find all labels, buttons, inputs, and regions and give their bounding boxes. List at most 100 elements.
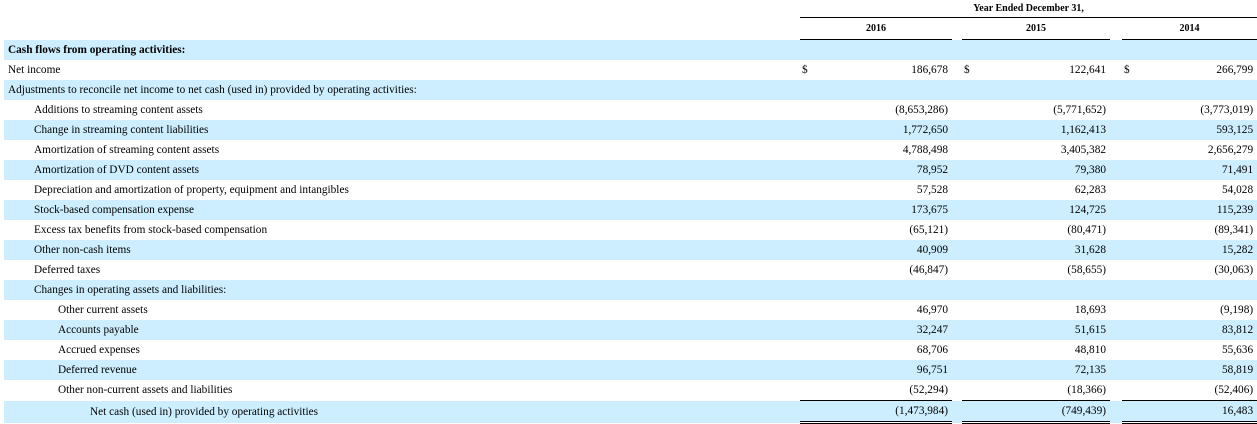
currency-symbol [1122,220,1142,240]
row-value: 48,810 [1074,344,1106,356]
row-label: Net cash (used in) provided by operating… [4,400,800,423]
currency-symbol [962,280,982,300]
row-label: Additions to streaming content assets [34,104,203,116]
row-value [982,280,1110,300]
header-period-row: Year Ended December 31, [4,0,1257,18]
row-value: (89,341) [1214,224,1254,236]
year-header-2014: 2014 [1122,17,1257,40]
row-value: 68,706 [916,344,948,356]
row-label: Changes in operating assets and liabilit… [4,280,800,300]
row-value: 18,693 [1074,304,1106,316]
table-row: Change in streaming content liabilities 1… [4,120,1257,140]
table-row: Deferred taxes (46,847) (58,655) (30,063) [4,260,1257,280]
currency-symbol [800,380,820,401]
table-row: Amortization of streaming content assets… [4,140,1257,160]
row-value: (52,406) [1214,384,1254,396]
row-value: 32,247 [820,320,952,340]
row-value: 1,162,413 [982,120,1110,140]
row-value: (9,198) [1220,304,1254,316]
row-label: Amortization of DVD content assets [4,160,800,180]
table-row: Accrued expenses 68,706 48,810 55,636 [4,340,1257,360]
period-title: Year Ended December 31, [800,0,1257,18]
currency-symbol [1122,200,1142,220]
row-value [1142,280,1257,300]
table-row: Changes in operating assets and liabilit… [4,280,1257,300]
row-value: (52,294) [909,384,948,396]
row-value: 58,819 [1142,360,1257,380]
currency-symbol [962,160,982,180]
row-value: 2,656,279 [1207,144,1254,156]
row-label: Other non-current assets and liabilities [58,384,233,397]
table-row: Adjustments to reconcile net income to n… [4,80,1257,100]
row-value [982,80,1110,100]
row-value: 186,678 [911,64,948,76]
currency-symbol [800,400,820,424]
row-value: 72,135 [982,360,1110,380]
header-year-row: 2016 2015 2014 [4,17,1257,40]
currency-symbol [1122,160,1142,180]
row-label: Accrued expenses [58,344,140,356]
table-row: Additions to streaming content assets (8,… [4,100,1257,120]
row-label: Other non-cash items [4,240,800,260]
currency-symbol [962,360,982,380]
table-row: Other non-cash items 40,909 31,628 15,282 [4,240,1257,260]
currency-symbol [962,320,982,340]
year-header-2016: 2016 [800,17,952,40]
currency-symbol [1122,260,1142,280]
cash-flow-statement: Year Ended December 31, 2016 2015 2014 C… [0,0,1257,424]
row-value: 266,799 [1216,64,1254,76]
row-value: 79,380 [982,160,1110,180]
row-value: (749,439) [982,400,1110,424]
currency-symbol [1122,360,1142,380]
row-label: Other current assets [58,304,148,316]
row-label: Excess tax benefits from stock-based com… [34,224,268,236]
row-label: Amortization of streaming content assets [34,144,220,156]
currency-symbol [1122,140,1142,160]
row-value: 15,282 [1142,240,1257,260]
currency-symbol: $ [964,64,970,76]
row-label: Stock-based compensation expense [4,200,800,220]
row-value: 78,952 [820,160,952,180]
row-value [820,280,952,300]
section-title-row: Cash flows from operating activities: [4,39,1257,60]
table-row: Excess tax benefits from stock-based com… [4,220,1257,240]
row-label: Accounts payable [4,320,800,340]
row-value: 96,751 [820,360,952,380]
currency-symbol [962,180,982,200]
currency-symbol [1122,100,1142,120]
row-value: 4,788,498 [902,144,948,156]
currency-symbol [800,300,820,320]
cash-flow-table: Year Ended December 31, 2016 2015 2014 C… [4,0,1257,424]
currency-symbol [800,120,820,140]
currency-symbol [800,340,820,360]
currency-symbol [800,220,820,240]
row-value: (30,063) [1214,264,1254,276]
table-row: Net cash (used in) provided by operating… [4,400,1257,424]
currency-symbol [800,240,820,260]
row-value [1142,80,1257,100]
row-value: 1,772,650 [820,120,952,140]
currency-symbol [800,160,820,180]
row-value: 62,283 [1074,184,1106,196]
table-row: Accounts payable 32,247 51,615 83,812 [4,320,1257,340]
row-value: (80,471) [1067,224,1106,236]
row-value: 124,725 [982,200,1110,220]
currency-symbol [1122,180,1142,200]
currency-symbol [1122,320,1142,340]
currency-symbol: $ [1124,64,1130,76]
row-value: (46,847) [909,264,948,276]
row-value: (8,653,286) [895,104,948,116]
currency-symbol: $ [802,64,808,76]
row-label: Adjustments to reconcile net income to n… [4,80,800,100]
row-value: 115,239 [1142,200,1257,220]
row-value [820,80,952,100]
currency-symbol [962,300,982,320]
currency-symbol [962,100,982,120]
table-row: Other non-current assets and liabilities… [4,380,1257,401]
currency-symbol [1122,300,1142,320]
currency-symbol [800,280,820,300]
row-value: 71,491 [1142,160,1257,180]
table-row: Amortization of DVD content assets 78,952… [4,160,1257,180]
row-value: 55,636 [1222,344,1254,356]
table-row: Depreciation and amortization of propert… [4,180,1257,200]
